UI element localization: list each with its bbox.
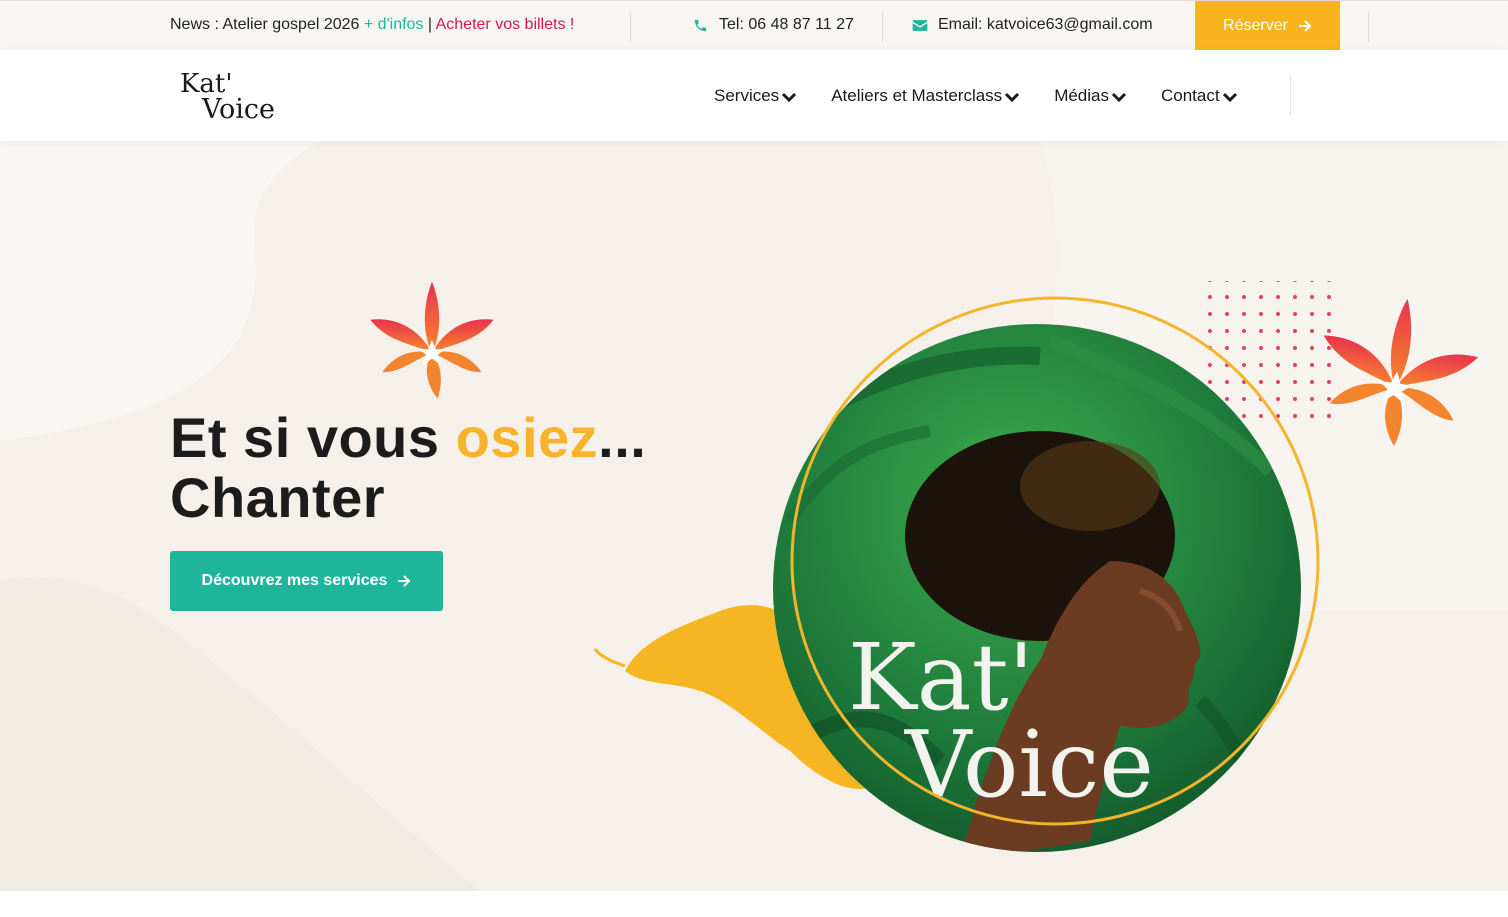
nav-contact-label: Contact	[1161, 86, 1220, 105]
news-more-link[interactable]: + d'infos	[364, 16, 424, 33]
nav-contact[interactable]: Contact	[1161, 86, 1238, 106]
nav-medias[interactable]: Médias	[1054, 86, 1127, 106]
reserve-label: Réserver	[1223, 17, 1288, 34]
chevron-down-icon	[1005, 92, 1020, 102]
main-nav: Services Ateliers et Masterclass Médias …	[714, 86, 1238, 106]
reserve-button[interactable]: Réserver	[1195, 1, 1340, 51]
main-header: Kat' Voice Services Ateliers et Mastercl…	[0, 50, 1508, 141]
arrow-right-icon	[1298, 20, 1312, 32]
chevron-down-icon	[1222, 92, 1237, 102]
arrow-right-icon	[398, 575, 411, 587]
divider	[1290, 75, 1291, 115]
email-text: Email: katvoice63@gmail.com	[938, 16, 1153, 33]
top-bar: News : Atelier gospel 2026 + d'infos | A…	[0, 0, 1508, 51]
news-separator: |	[423, 16, 436, 33]
news-text: News : Atelier gospel 2026	[170, 16, 364, 33]
page-bottom-strip	[0, 891, 1508, 917]
divider	[882, 12, 883, 42]
buy-tickets-link[interactable]: Acheter vos billets !	[436, 16, 575, 33]
nav-ateliers-label: Ateliers et Masterclass	[831, 86, 1003, 105]
nav-medias-label: Médias	[1054, 86, 1109, 105]
flower-icon	[370, 281, 494, 399]
hero-section: Kat' Voice Et si vous osiez... Chanter D…	[0, 141, 1508, 891]
chevron-down-icon	[1111, 92, 1127, 102]
nav-services-label: Services	[714, 86, 780, 105]
mail-icon	[912, 20, 928, 31]
headline-ellipsis: ...	[598, 406, 647, 469]
cta-label: Découvrez mes services	[201, 572, 388, 589]
portrait-logo-line2: Voice	[904, 711, 1154, 818]
nav-services[interactable]: Services	[714, 86, 797, 106]
news-ticker: News : Atelier gospel 2026 + d'infos | A…	[170, 16, 574, 34]
nav-ateliers[interactable]: Ateliers et Masterclass	[831, 86, 1020, 106]
headline-accent: osiez	[455, 406, 599, 469]
email-contact[interactable]: Email: katvoice63@gmail.com	[912, 16, 1153, 34]
headline-line2: Chanter	[170, 466, 386, 529]
phone-icon	[694, 19, 707, 32]
phone-text: Tel: 06 48 87 11 27	[719, 16, 854, 33]
divider	[630, 12, 631, 42]
hero-headline: Et si vous osiez... Chanter	[170, 408, 646, 528]
divider	[1368, 12, 1369, 42]
katvoice-logo[interactable]: Kat' Voice	[180, 68, 275, 122]
headline-start: Et si vous	[170, 406, 456, 469]
chevron-down-icon	[782, 92, 797, 102]
discover-services-button[interactable]: Découvrez mes services	[170, 551, 443, 611]
phone-contact[interactable]: Tel: 06 48 87 11 27	[693, 16, 854, 34]
logo-line2: Voice	[201, 94, 275, 122]
